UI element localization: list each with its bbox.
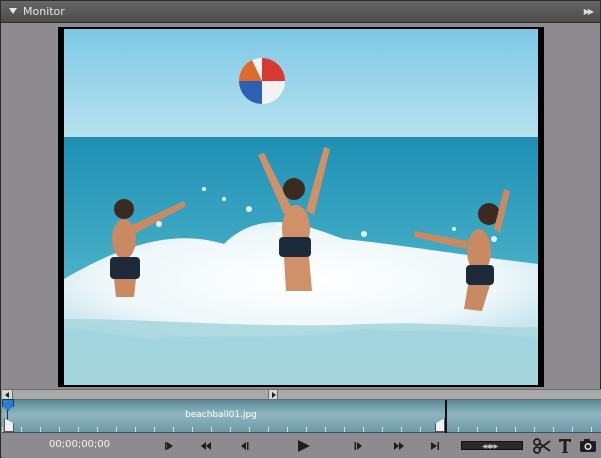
rewind-button[interactable] (198, 437, 214, 454)
text-icon (559, 438, 571, 453)
go-to-previous-edit-button[interactable] (162, 437, 176, 454)
rewind-icon (201, 441, 211, 450)
scissors-icon (533, 437, 551, 454)
timecode-display[interactable]: 00;00;00;00 (49, 439, 110, 450)
panel-title: Monitor (23, 5, 65, 18)
playback-controls: 00;00;00;00 ◀◀ ▶▶ (2, 433, 601, 458)
freeze-frame-button[interactable] (578, 437, 598, 454)
clip-end-marker (445, 400, 447, 433)
shuttle-arrows-icon: ◀◀ ▶▶ (482, 443, 498, 450)
panel-menu-icon[interactable]: ▶▶ (584, 7, 594, 16)
video-preview[interactable] (64, 29, 538, 385)
fast-forward-icon (394, 441, 404, 450)
mark-in-icon (165, 441, 173, 450)
fast-forward-button[interactable] (391, 437, 407, 454)
monitor-panel: Monitor ▶▶ beachball01.jpg 00;00;00;00 ◀… (0, 0, 601, 458)
chevron-down-icon[interactable] (9, 8, 17, 14)
step-forward-icon (354, 441, 362, 450)
scroll-thumb[interactable] (268, 390, 278, 399)
step-back-icon (241, 441, 249, 450)
timeline-scrollbar[interactable] (2, 389, 601, 400)
step-forward-button[interactable] (351, 437, 367, 454)
preview-image (64, 29, 538, 385)
panel-titlebar: Monitor ▶▶ (1, 1, 600, 23)
shuttle-control[interactable]: ◀◀ ▶▶ (461, 441, 523, 450)
video-preview-frame (58, 27, 544, 387)
mini-timeline[interactable]: beachball01.jpg (2, 399, 601, 433)
timeline-ruler (2, 427, 601, 432)
playhead-icon[interactable] (2, 399, 14, 411)
play-icon (298, 439, 310, 452)
add-title-button[interactable] (557, 437, 573, 454)
mark-out-icon (431, 441, 439, 450)
scroll-left-arrow-icon[interactable] (2, 390, 13, 399)
go-to-next-edit-button[interactable] (428, 437, 442, 454)
step-back-button[interactable] (236, 437, 252, 454)
clip-name-label: beachball01.jpg (185, 410, 257, 420)
split-clip-button[interactable] (532, 437, 552, 454)
play-button[interactable] (295, 437, 313, 454)
camera-icon (580, 439, 596, 452)
